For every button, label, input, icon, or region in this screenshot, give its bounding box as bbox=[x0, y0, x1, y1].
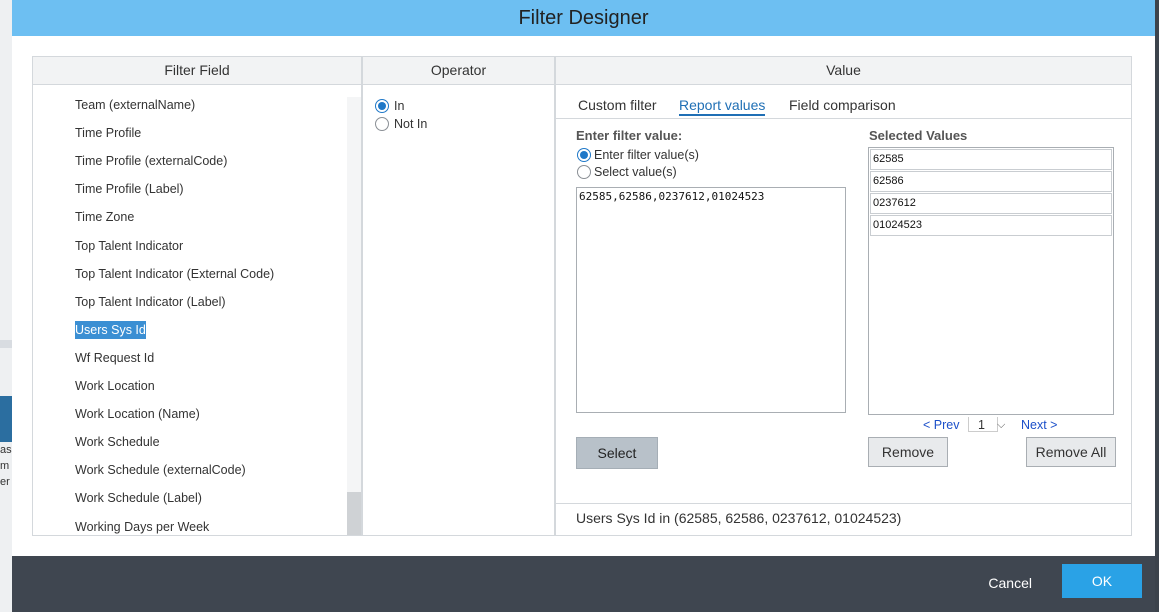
radio-selected-icon[interactable] bbox=[577, 147, 591, 162]
cancel-button[interactable]: Cancel bbox=[982, 566, 1038, 600]
value-header: Value bbox=[556, 57, 1131, 85]
filter-field-item[interactable]: Time Profile bbox=[75, 124, 141, 142]
filter-field-item[interactable]: Work Location (Name) bbox=[75, 405, 200, 423]
filter-field-item[interactable]: Time Profile (Label) bbox=[75, 180, 184, 198]
operator-panel: Operator In Not In bbox=[362, 56, 555, 536]
field-list-scroll-thumb[interactable] bbox=[347, 492, 361, 535]
selected-values-list[interactable]: 62585 62586 0237612 01024523 bbox=[868, 147, 1114, 415]
pager: < Prev 1 ⌵ Next > bbox=[923, 417, 1057, 433]
filter-field-item[interactable]: Top Talent Indicator bbox=[75, 237, 183, 255]
select-values-option[interactable]: Select value(s) bbox=[577, 164, 677, 179]
filter-summary: Users Sys Id in (62585, 62586, 0237612, … bbox=[576, 510, 902, 526]
tab-report-values[interactable]: Report values bbox=[679, 97, 766, 116]
remove-all-button[interactable]: Remove All bbox=[1026, 437, 1116, 467]
filter-designer-dialog: Filter Designer Filter Field Team (exter… bbox=[12, 0, 1155, 612]
selected-value-item[interactable]: 01024523 bbox=[870, 215, 1112, 236]
filter-field-item[interactable]: Team (externalName) bbox=[75, 96, 195, 114]
field-list-scrollbar[interactable] bbox=[347, 97, 361, 535]
background-text-1: as bbox=[0, 444, 12, 456]
radio-selected-icon[interactable] bbox=[375, 98, 389, 113]
page-number[interactable]: 1 bbox=[968, 417, 998, 432]
select-button[interactable]: Select bbox=[576, 437, 658, 469]
tab-custom-filter[interactable]: Custom filter bbox=[578, 97, 657, 113]
filter-field-item[interactable]: Top Talent Indicator (External Code) bbox=[75, 265, 274, 283]
background-text-3: er bbox=[0, 476, 10, 488]
filter-field-item[interactable]: Users Sys Id bbox=[75, 320, 146, 339]
background-edge bbox=[1155, 0, 1159, 612]
selected-value-item[interactable]: 62585 bbox=[870, 149, 1112, 170]
enter-values-option[interactable]: Enter filter value(s) bbox=[577, 147, 699, 162]
dialog-footer: Cancel OK bbox=[12, 556, 1155, 612]
background-text-2: m bbox=[0, 460, 10, 472]
remove-button[interactable]: Remove bbox=[868, 437, 948, 467]
filter-field-item[interactable]: Work Schedule (externalCode) bbox=[75, 461, 246, 479]
tabs-divider bbox=[556, 118, 1131, 119]
select-values-label: Select value(s) bbox=[594, 164, 677, 179]
filter-field-item[interactable]: Working Days per Week bbox=[75, 518, 209, 536]
filter-value-input[interactable]: 62585,62586,0237612,01024523 bbox=[576, 187, 846, 413]
summary-divider bbox=[556, 503, 1131, 504]
filter-field-item[interactable]: Wf Request Id bbox=[75, 349, 154, 367]
next-page-link[interactable]: Next > bbox=[1021, 417, 1057, 433]
background-bar bbox=[0, 396, 12, 442]
filter-field-item[interactable]: Work Schedule (Label) bbox=[75, 489, 202, 507]
ok-button[interactable]: OK bbox=[1062, 564, 1142, 598]
filter-field-header: Filter Field bbox=[33, 57, 361, 85]
operator-not-in-label: Not In bbox=[394, 116, 428, 131]
filter-field-item[interactable]: Work Schedule bbox=[75, 433, 160, 451]
operator-header: Operator bbox=[363, 57, 554, 85]
filter-field-item[interactable]: Time Zone bbox=[75, 208, 134, 226]
background-page bbox=[0, 0, 12, 612]
chevron-down-icon[interactable]: ⌵ bbox=[997, 417, 1005, 433]
enter-values-label: Enter filter value(s) bbox=[594, 147, 699, 162]
tab-field-comparison[interactable]: Field comparison bbox=[789, 97, 896, 113]
filter-field-item[interactable]: Time Profile (externalCode) bbox=[75, 152, 227, 170]
filter-field-item[interactable]: Top Talent Indicator (Label) bbox=[75, 293, 226, 311]
operator-in-label: In bbox=[394, 98, 405, 113]
dialog-content: Filter Field Team (externalName) Time Pro… bbox=[12, 36, 1155, 556]
operator-in-option[interactable]: In bbox=[375, 98, 404, 113]
dialog-title: Filter Designer bbox=[12, 0, 1155, 36]
value-panel: Value Custom filter Report values Field … bbox=[555, 56, 1132, 536]
background-divider bbox=[0, 340, 12, 348]
radio-unselected-icon[interactable] bbox=[375, 116, 389, 131]
enter-filter-label: Enter filter value: bbox=[576, 128, 683, 143]
filter-field-list: Team (externalName) Time Profile Time Prof… bbox=[33, 85, 361, 535]
selected-values-label: Selected Values bbox=[869, 128, 968, 143]
selected-value-item[interactable]: 62586 bbox=[870, 171, 1112, 192]
selected-value-item[interactable]: 0237612 bbox=[870, 193, 1112, 214]
operator-not-in-option[interactable]: Not In bbox=[375, 116, 427, 131]
filter-field-item[interactable]: Work Location bbox=[75, 377, 155, 395]
filter-field-panel: Filter Field Team (externalName) Time Pro… bbox=[32, 56, 362, 536]
radio-unselected-icon[interactable] bbox=[577, 164, 591, 179]
prev-page-link[interactable]: < Prev bbox=[923, 418, 959, 432]
